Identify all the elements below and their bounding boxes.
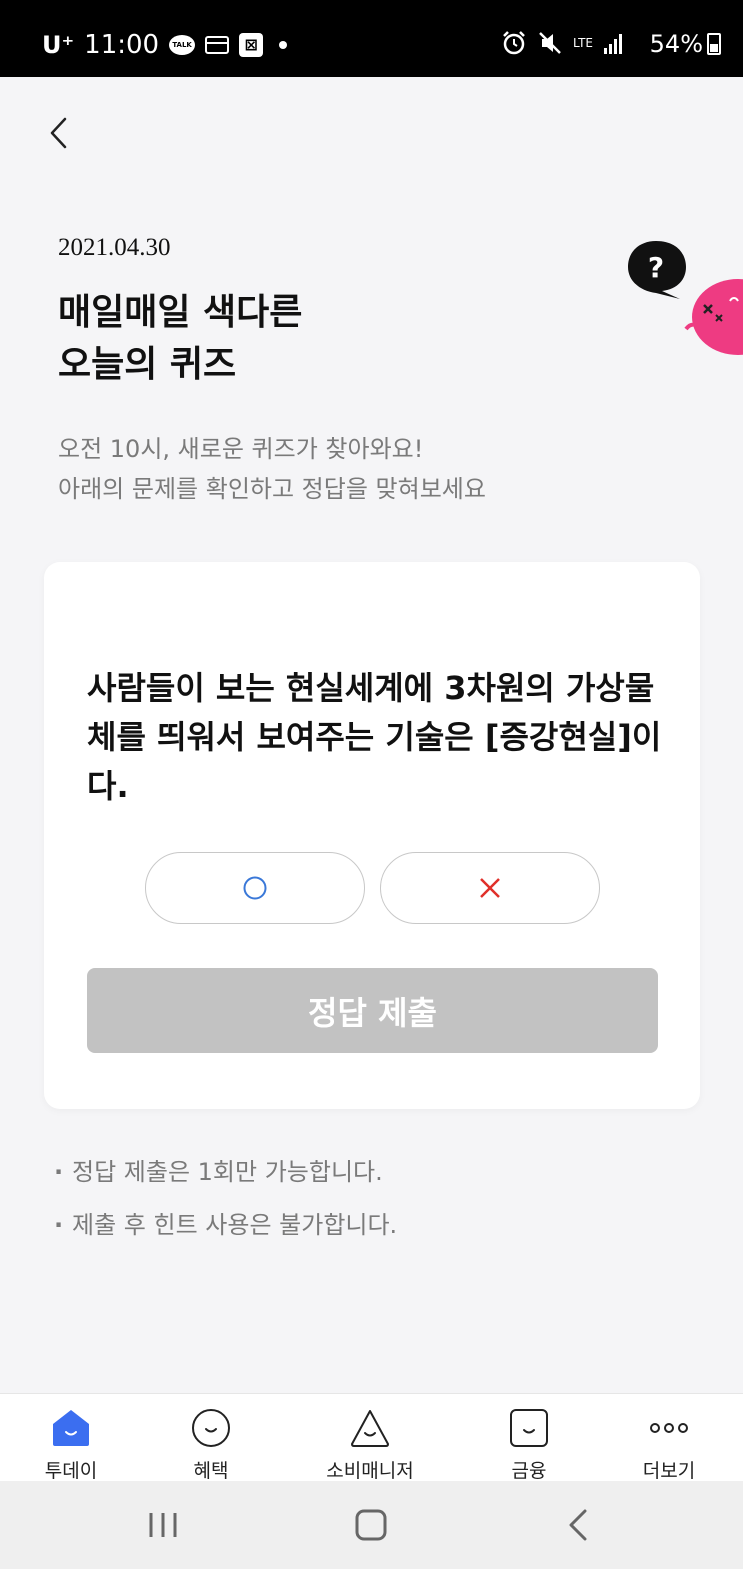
battery-status: 54% xyxy=(650,30,721,58)
more-dots-icon xyxy=(650,1423,688,1433)
bottom-navigation: 투데이 혜택 소비매니저 금융 더보기 xyxy=(0,1393,743,1482)
triangle-smile-icon xyxy=(351,1410,389,1447)
back-chevron-icon[interactable] xyxy=(40,113,80,153)
title-line-1: 매일매일 색다른 xyxy=(58,292,303,333)
back-icon[interactable] xyxy=(557,1503,601,1547)
status-bar: U⁺ 11:00 TALK ⊠ LTE 54% xyxy=(0,0,743,77)
subtitle-line-1: 오전 10시, 새로운 퀴즈가 찾아와요! xyxy=(58,435,424,463)
answer-x-button[interactable] xyxy=(380,852,600,924)
kakaotalk-icon: TALK xyxy=(169,35,196,55)
quiz-date: 2021.04.30 xyxy=(58,234,171,261)
lte-indicator: LTE xyxy=(573,36,593,50)
status-right: LTE xyxy=(501,30,623,56)
more-notifications-dot-icon xyxy=(279,41,288,49)
cross-x-icon xyxy=(480,878,500,898)
note-item: 정답 제출은 1회만 가능합니다. xyxy=(54,1152,397,1205)
subtitle-line-2: 아래의 문제를 확인하고 정답을 맞혀보세요 xyxy=(58,475,486,503)
app-notification-icon: ⊠ xyxy=(239,33,264,57)
nav-label: 금융 xyxy=(511,1460,547,1482)
quiz-notes: 정답 제출은 1회만 가능합니다. 제출 후 힌트 사용은 불가합니다. xyxy=(54,1152,397,1258)
square-smile-icon xyxy=(510,1409,548,1447)
wallet-icon xyxy=(205,36,230,54)
quiz-question: 사람들이 보는 현실세계에 3차원의 가상물체를 띄워서 보여주는 기술은 [증… xyxy=(87,669,662,805)
carrier-label: U⁺ xyxy=(42,31,75,59)
alarm-icon xyxy=(503,31,525,55)
recent-apps-icon[interactable] xyxy=(141,1503,185,1547)
status-left: U⁺ 11:00 TALK ⊠ xyxy=(42,30,288,60)
smile-circle-icon xyxy=(192,1409,230,1447)
clock: 11:00 xyxy=(84,30,160,60)
battery-icon xyxy=(707,33,721,55)
circle-o-icon xyxy=(243,876,267,900)
battery-percent: 54% xyxy=(649,30,703,58)
submit-answer-button[interactable]: 정답 제출 xyxy=(87,968,658,1053)
svg-text:?: ? xyxy=(648,251,664,284)
nav-label: 투데이 xyxy=(44,1460,98,1482)
nav-label: 소비매니저 xyxy=(326,1460,414,1482)
home-icon[interactable] xyxy=(349,1503,393,1547)
page-title: 매일매일 색다른 오늘의 퀴즈 xyxy=(58,287,302,391)
nav-item-today[interactable]: 투데이 xyxy=(11,1402,131,1482)
note-item: 제출 후 힌트 사용은 불가합니다. xyxy=(54,1205,397,1258)
system-navigation-bar xyxy=(0,1481,743,1569)
title-line-2: 오늘의 퀴즈 xyxy=(58,344,237,385)
answer-o-button[interactable] xyxy=(145,852,365,924)
quiz-card: 사람들이 보는 현실세계에 3차원의 가상물체를 띄워서 보여주는 기술은 [증… xyxy=(44,562,700,1109)
quiz-screen: 2021.04.30 매일매일 색다른 오늘의 퀴즈 오전 10시, 새로운 퀴… xyxy=(0,77,743,1393)
signal-icon xyxy=(604,34,622,54)
quiz-mascot-illustration: ? xyxy=(628,241,743,355)
page-subtitle: 오전 10시, 새로운 퀴즈가 찾아와요! 아래의 문제를 확인하고 정답을 맞… xyxy=(58,429,486,509)
nav-item-spending-manager[interactable]: 소비매니저 xyxy=(310,1402,430,1482)
nav-item-more[interactable]: 더보기 xyxy=(609,1402,729,1482)
mute-icon xyxy=(539,32,561,54)
nav-label: 혜택 xyxy=(193,1460,229,1482)
nav-item-benefits[interactable]: 혜택 xyxy=(151,1402,271,1482)
nav-label: 더보기 xyxy=(642,1460,696,1482)
home-smile-icon xyxy=(53,1410,89,1446)
nav-item-finance[interactable]: 금융 xyxy=(469,1402,589,1482)
